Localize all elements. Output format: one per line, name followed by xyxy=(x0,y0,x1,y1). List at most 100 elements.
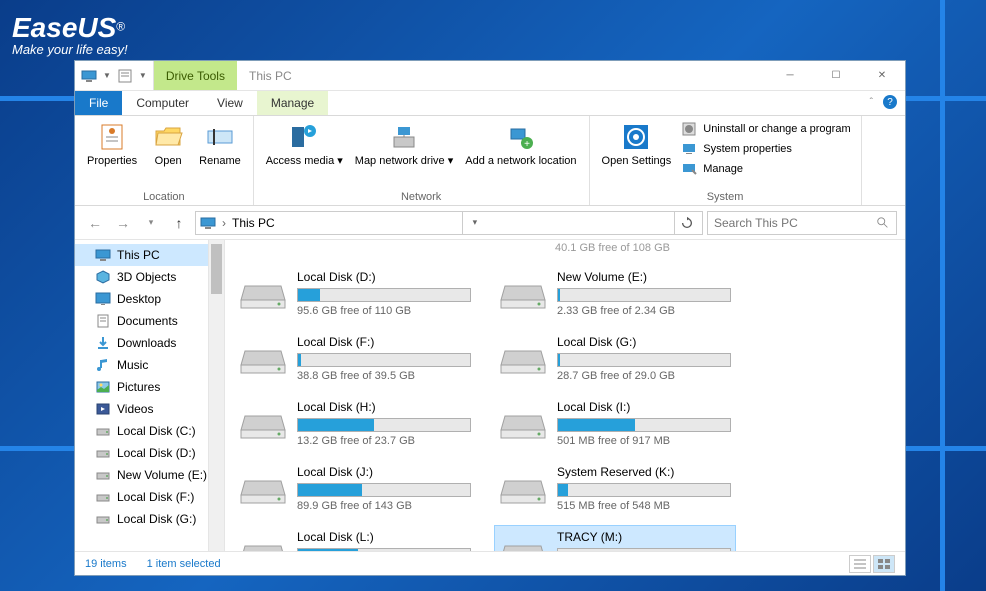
drive-icon xyxy=(239,471,287,507)
nav-item-documents[interactable]: Documents xyxy=(75,310,224,332)
manage-icon xyxy=(681,161,697,177)
tab-manage[interactable]: Manage xyxy=(257,91,328,115)
address-dropdown[interactable]: ▾ xyxy=(462,212,486,234)
nav-scrollbar[interactable] xyxy=(208,240,224,551)
search-box[interactable] xyxy=(707,211,897,235)
rename-button[interactable]: Rename xyxy=(193,119,247,189)
details-view-button[interactable] xyxy=(849,555,871,573)
nav-item-this-pc[interactable]: This PC xyxy=(75,244,224,266)
drive-free-text: 28.7 GB free of 29.0 GB xyxy=(557,370,731,382)
forward-button[interactable]: → xyxy=(111,211,135,235)
add-network-location-button[interactable]: + Add a network location xyxy=(459,119,582,189)
drive-usage-bar xyxy=(557,548,731,551)
back-button[interactable]: ← xyxy=(83,211,107,235)
drive-usage-bar xyxy=(297,353,471,367)
open-settings-button[interactable]: Open Settings xyxy=(596,119,678,189)
status-bar: 19 items 1 item selected xyxy=(75,551,905,575)
drive-local-disk-j-[interactable]: Local Disk (J:)89.9 GB free of 143 GB xyxy=(235,461,475,516)
tab-file[interactable]: File xyxy=(75,91,122,115)
drive-icon xyxy=(239,341,287,377)
address-bar: ← → ▾ ↑ › This PC ▾ xyxy=(75,206,905,240)
drive-name: System Reserved (K:) xyxy=(557,465,731,479)
minimize-ribbon-icon[interactable]: ˆ xyxy=(870,97,873,108)
thumbnails-view-button[interactable] xyxy=(873,555,895,573)
status-item-count: 19 items xyxy=(85,558,127,570)
nav-item-pictures[interactable]: Pictures xyxy=(75,376,224,398)
drive-local-disk-f-[interactable]: Local Disk (F:)38.8 GB free of 39.5 GB xyxy=(235,331,475,386)
contextual-tab-drive-tools: Drive Tools xyxy=(154,61,237,90)
nav-item-label: New Volume (E:) xyxy=(117,468,207,482)
address-field[interactable]: › This PC ▾ xyxy=(195,211,703,235)
nav-item-music[interactable]: Music xyxy=(75,354,224,376)
nav-item-label: Local Disk (C:) xyxy=(117,424,196,438)
nav-item-new-volume-e-[interactable]: New Volume (E:) xyxy=(75,464,224,486)
pc-icon xyxy=(95,247,111,263)
close-button[interactable]: ✕ xyxy=(859,61,905,90)
drive-free-text: 95.6 GB free of 110 GB xyxy=(297,305,471,317)
drive-local-disk-i-[interactable]: Local Disk (I:)501 MB free of 917 MB xyxy=(495,396,735,451)
nav-item-label: Desktop xyxy=(117,292,161,306)
nav-item-local-disk-d-[interactable]: Local Disk (D:) xyxy=(75,442,224,464)
drive-tracy-m-[interactable]: TRACY (M:)28.9 GB free of 28.9 GB xyxy=(495,526,735,551)
tab-computer[interactable]: Computer xyxy=(122,91,203,115)
qat-dropdown-icon[interactable]: ▼ xyxy=(103,71,111,80)
ribbon: Properties Open Rename Location Access m… xyxy=(75,116,905,206)
recent-dropdown[interactable]: ▾ xyxy=(139,211,163,235)
nav-item-downloads[interactable]: Downloads xyxy=(75,332,224,354)
open-button[interactable]: Open xyxy=(143,119,193,189)
uninstall-icon xyxy=(681,121,697,137)
nav-item-local-disk-f-[interactable]: Local Disk (F:) xyxy=(75,486,224,508)
search-icon xyxy=(876,216,890,230)
map-drive-button[interactable]: Map network drive ▾ xyxy=(349,119,459,189)
explorer-window: ▼ ▼ Drive Tools This PC ─ ☐ ✕ File Compu… xyxy=(74,60,906,576)
nav-item-3d-objects[interactable]: 3D Objects xyxy=(75,266,224,288)
nav-item-local-disk-g-[interactable]: Local Disk (G:) xyxy=(75,508,224,530)
system-properties-button[interactable]: System properties xyxy=(677,139,854,159)
up-button[interactable]: ↑ xyxy=(167,211,191,235)
nav-item-local-disk-c-[interactable]: Local Disk (C:) xyxy=(75,420,224,442)
drive-new-volume-e-[interactable]: New Volume (E:)2.33 GB free of 2.34 GB xyxy=(495,266,735,321)
refresh-button[interactable] xyxy=(674,212,698,234)
pictures-icon xyxy=(95,379,111,395)
drive-local-disk-h-[interactable]: Local Disk (H:)13.2 GB free of 23.7 GB xyxy=(235,396,475,451)
drive-local-disk-d-[interactable]: Local Disk (D:)95.6 GB free of 110 GB xyxy=(235,266,475,321)
svg-text:+: + xyxy=(524,139,530,150)
pc-icon xyxy=(200,215,216,231)
tab-view[interactable]: View xyxy=(203,91,257,115)
qat-dropdown-icon[interactable]: ▼ xyxy=(139,71,147,80)
drive-icon xyxy=(95,445,111,461)
address-path: This PC xyxy=(232,216,275,230)
explorer-body: This PC3D Objects Desktop DocumentsDownloa… xyxy=(75,240,905,551)
nav-item-label: Pictures xyxy=(117,380,160,394)
drive-name: New Volume (E:) xyxy=(557,270,731,284)
help-icon[interactable]: ? xyxy=(883,95,897,109)
nav-item-desktop[interactable]: Desktop xyxy=(75,288,224,310)
videos-icon xyxy=(95,401,111,417)
drive-usage-bar xyxy=(557,288,731,302)
properties-icon[interactable] xyxy=(117,68,133,84)
drive-local-disk-g-[interactable]: Local Disk (G:) 28.7 GB free of 29.0 GB xyxy=(495,331,735,386)
minimize-button[interactable]: ─ xyxy=(767,61,813,90)
titlebar: ▼ ▼ Drive Tools This PC ─ ☐ ✕ xyxy=(75,61,905,91)
ribbon-group-system: Open Settings Uninstall or change a prog… xyxy=(590,116,862,205)
drive-system-reserved-k-[interactable]: System Reserved (K:)515 MB free of 548 M… xyxy=(495,461,735,516)
drive-icon xyxy=(239,406,287,442)
drive-name: Local Disk (J:) xyxy=(297,465,471,479)
properties-button[interactable]: Properties xyxy=(81,119,143,189)
drive-local-disk-l-[interactable]: Local Disk (L:)64.5 GB free of 98.7 GB xyxy=(235,526,475,551)
drive-icon xyxy=(499,406,547,442)
folder-open-icon xyxy=(152,121,184,153)
drive-name: Local Disk (F:) xyxy=(297,335,471,349)
quick-access-toolbar: ▼ ▼ xyxy=(75,61,154,90)
maximize-button[interactable]: ☐ xyxy=(813,61,859,90)
uninstall-button[interactable]: Uninstall or change a program xyxy=(677,119,854,139)
network-drive-icon xyxy=(388,121,420,153)
access-media-button[interactable]: Access media ▾ xyxy=(260,119,349,189)
nav-item-videos[interactable]: Videos xyxy=(75,398,224,420)
music-icon xyxy=(95,357,111,373)
manage-button[interactable]: Manage xyxy=(677,159,854,179)
drive-free-text: 501 MB free of 917 MB xyxy=(557,435,731,447)
settings-icon xyxy=(620,121,652,153)
search-input[interactable] xyxy=(714,216,872,230)
drive-name: Local Disk (G:) xyxy=(557,335,731,349)
